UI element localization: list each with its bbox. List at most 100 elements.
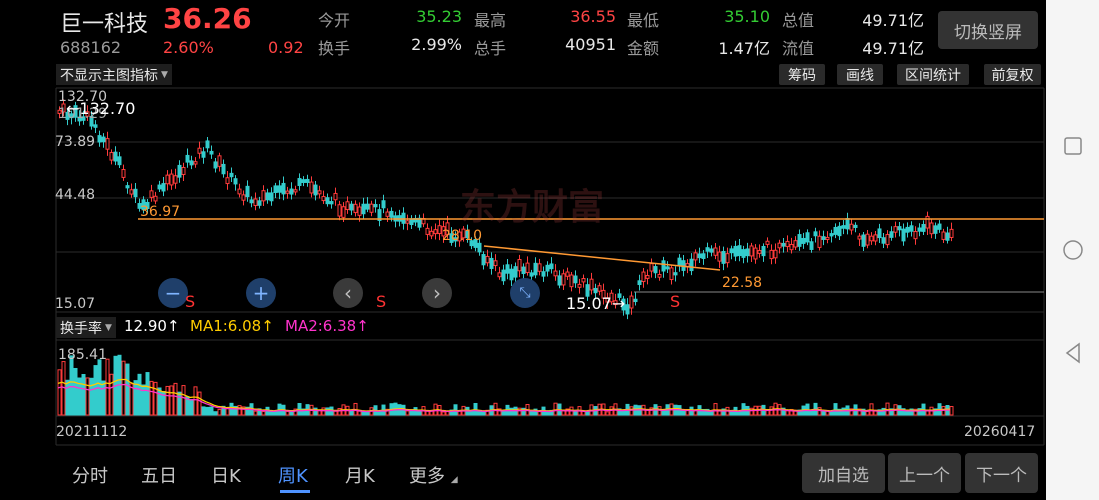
volume-bar [125, 363, 130, 416]
volume-bar [709, 410, 714, 416]
candle-body [865, 233, 870, 246]
candle-body [821, 236, 826, 240]
candle-body [517, 259, 522, 272]
volume-bar [93, 365, 98, 416]
fullscreen-collapse-button[interactable]: ⤡ [510, 278, 540, 308]
add-watchlist-button[interactable]: 加自选 [802, 453, 885, 493]
candle-body [573, 275, 578, 284]
candle-body [217, 155, 222, 167]
candle-body [689, 258, 694, 272]
candle-body [373, 204, 378, 208]
system-nav-bar [1046, 0, 1099, 500]
candle-body [245, 185, 250, 198]
date-start: 20211112 [56, 424, 128, 440]
candle-body [113, 151, 118, 162]
y-label-bottom: 15.07 [55, 296, 96, 312]
candle-body [305, 178, 310, 183]
volume-bar [885, 402, 890, 416]
zoom-in-button[interactable]: + [246, 278, 276, 308]
volume-bar [69, 355, 74, 416]
candle-body [277, 185, 282, 193]
candle-body [669, 267, 674, 281]
tab-more[interactable]: 更多 ◢ [409, 462, 458, 488]
candle-body [625, 304, 630, 315]
candle-body [261, 190, 266, 202]
candle-body [753, 247, 758, 260]
volume-bar [833, 403, 838, 416]
active-tab-indicator [280, 490, 310, 493]
low-annotation: 15.07→ [566, 294, 626, 313]
candle-body [201, 151, 206, 158]
candle-body [349, 203, 354, 211]
scroll-left-button[interactable]: ‹ [333, 278, 363, 308]
high-annotation: ←132.70 [66, 99, 136, 118]
tab-daily-k[interactable]: 日K [211, 462, 241, 488]
volume-bar [213, 411, 218, 416]
candle-body [481, 254, 486, 266]
candle-body [905, 226, 910, 233]
candle-body [489, 257, 494, 269]
tab-more-label: 更多 [409, 466, 445, 487]
chevron-left-icon: ‹ [344, 281, 352, 305]
tab-weekly-k[interactable]: 周K [278, 462, 308, 488]
shrink-icon: ⤡ [519, 285, 531, 301]
volume-bar [321, 407, 326, 416]
volume-bar [201, 406, 206, 416]
candle-body [553, 270, 558, 277]
candle-body [505, 264, 510, 274]
candle-body [97, 135, 102, 143]
recent-apps-button[interactable] [1046, 126, 1099, 166]
candle-body [257, 200, 262, 206]
candle-body [785, 240, 790, 248]
candle-body [805, 232, 810, 243]
candle-body [353, 203, 358, 214]
candle-body [889, 231, 894, 238]
candle-body [709, 248, 714, 253]
candle-body [149, 190, 154, 198]
candle-body [793, 240, 798, 248]
candle-body [317, 190, 322, 195]
trend-end-label: 22.58 [722, 275, 763, 291]
volume-bar [333, 410, 338, 416]
candle-body [385, 211, 390, 217]
previous-stock-button[interactable]: 上一个 [888, 453, 961, 493]
candle-body [853, 224, 858, 228]
candle-body [425, 227, 430, 235]
candle-body [829, 233, 834, 237]
candle-body [545, 264, 550, 272]
home-button[interactable] [1046, 230, 1099, 270]
candle-body [661, 260, 666, 272]
scroll-right-button[interactable]: › [422, 278, 452, 308]
candle-body [509, 268, 514, 281]
candle-body [325, 197, 330, 205]
volume-indicator-dropdown[interactable]: 换手率 ▼ [56, 317, 116, 338]
candle-body [493, 260, 498, 267]
candle-body [221, 163, 226, 175]
candle-body [541, 271, 546, 277]
candle-body [337, 204, 342, 217]
candle-body [633, 298, 638, 303]
volume-bar [157, 387, 162, 416]
candle-body [825, 236, 830, 240]
candle-body [701, 253, 706, 259]
candle-body [345, 201, 350, 211]
zoom-out-button[interactable]: − [158, 278, 188, 308]
candle-body [937, 223, 942, 230]
candle-body [125, 185, 130, 189]
candle-body [289, 188, 294, 195]
tab-five-day[interactable]: 五日 [141, 462, 177, 488]
candle-body [321, 196, 326, 202]
next-stock-button[interactable]: 下一个 [965, 453, 1038, 493]
tab-intraday[interactable]: 分时 [72, 462, 108, 488]
candle-body [169, 173, 174, 186]
candle-body [857, 235, 862, 240]
candle-body [533, 262, 538, 276]
volume-bar [605, 411, 610, 416]
volume-bar [629, 406, 634, 416]
back-button[interactable] [1046, 333, 1099, 373]
tab-monthly-k[interactable]: 月K [345, 462, 375, 488]
volume-bar [517, 407, 522, 416]
candle-body [949, 228, 954, 238]
candle-body [529, 272, 534, 277]
candle-body [741, 249, 746, 258]
